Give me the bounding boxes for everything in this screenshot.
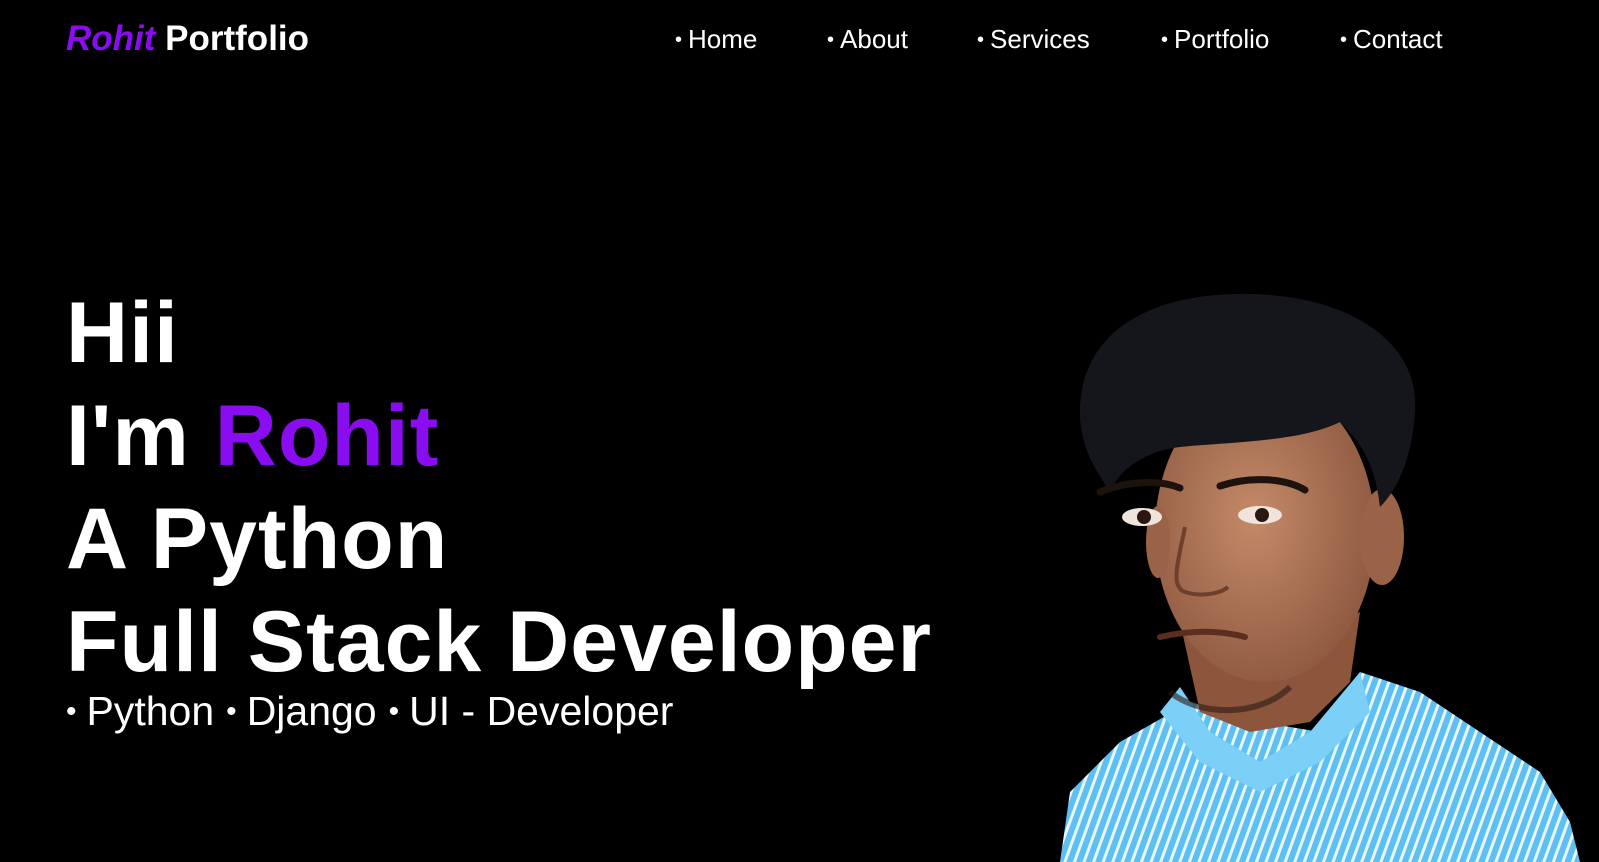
profile-photo	[1060, 293, 1580, 862]
nav-bullet: •	[977, 29, 985, 51]
nav-item-portfolio[interactable]: • Portfolio	[1161, 22, 1269, 59]
nav-item-about[interactable]: • About	[827, 22, 908, 59]
skill-bullet: •	[66, 695, 77, 728]
nav-bullet: •	[675, 29, 683, 51]
portfolio-page: Rohit Portfolio • Home • About • Services •…	[0, 0, 1599, 862]
skill-python: Python	[86, 688, 215, 734]
nav-item-home[interactable]: • Home	[675, 22, 757, 59]
nav-item-label: Contact	[1353, 24, 1443, 54]
pupil-shape	[1137, 510, 1151, 524]
hero-role-line-1: A Python	[66, 491, 449, 587]
hero-greeting: Hii	[66, 285, 179, 381]
hero-name-line: I'm Rohit	[66, 385, 1026, 488]
nav-bullet: •	[827, 29, 835, 51]
hero-intro: Hii I'm Rohit A Python Full Stack Develo…	[66, 282, 1026, 694]
hero-name: Rohit	[214, 388, 440, 484]
skill-bullet: •	[226, 695, 237, 728]
skills-list: • Python • Django • UI - Developer	[66, 686, 685, 741]
nav-item-label: Portfolio	[1174, 24, 1270, 54]
nav-item-label: About	[840, 24, 908, 54]
nav-bullet: •	[1340, 29, 1348, 51]
nav-bullet: •	[1161, 29, 1169, 51]
nav-item-contact[interactable]: • Contact	[1340, 22, 1443, 59]
nav-item-label: Home	[688, 24, 758, 54]
hero-name-prefix: I'm	[66, 388, 190, 484]
pupil-shape	[1255, 508, 1269, 522]
nav-item-services[interactable]: • Services	[977, 22, 1090, 59]
skill-django: Django	[246, 688, 377, 734]
skill-bullet: •	[388, 695, 400, 728]
hero-role-line-2: Full Stack Developer	[66, 594, 932, 690]
nav-item-label: Services	[990, 24, 1090, 54]
skill-ui-developer: UI - Developer	[409, 688, 674, 734]
main-nav: • Home • About • Services • Portfolio • Conta…	[0, 22, 1599, 58]
